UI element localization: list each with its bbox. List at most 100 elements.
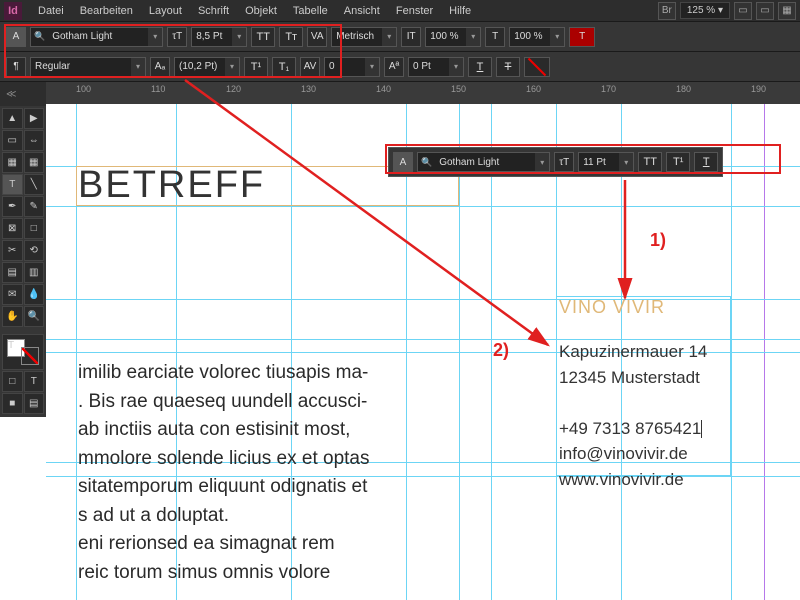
ruler-tick: 130 [301, 84, 316, 94]
scissors-tool[interactable]: ✂ [2, 240, 23, 261]
menu-hilfe[interactable]: Hilfe [441, 5, 479, 17]
pen-tool[interactable]: ✒ [2, 196, 23, 217]
apply-color-icon[interactable]: ■ [2, 393, 23, 414]
menu-ansicht[interactable]: Ansicht [336, 5, 388, 17]
baseline-icon: Aª [384, 57, 404, 77]
direct-selection-tool[interactable]: ▶ [24, 108, 45, 129]
rectangle-tool[interactable]: □ [24, 218, 45, 239]
selection-tool[interactable]: ▲ [2, 108, 23, 129]
type-tool[interactable]: T [2, 174, 23, 195]
font-style-input[interactable] [31, 61, 131, 72]
menu-tabelle[interactable]: Tabelle [285, 5, 336, 17]
pencil-tool[interactable]: ✎ [24, 196, 45, 217]
chevron-down-icon[interactable]: ▾ [466, 28, 480, 46]
hand-tool[interactable]: ✋ [2, 306, 23, 327]
annotation-label-1: 1) [650, 230, 666, 251]
chevron-down-icon[interactable]: ▾ [131, 58, 145, 76]
font-size-icon: τT [167, 27, 187, 47]
char-format-icon[interactable]: A [6, 27, 26, 47]
ruler-tick: 140 [376, 84, 391, 94]
menu-layout[interactable]: Layout [141, 5, 190, 17]
vscale-input[interactable] [510, 31, 550, 42]
float-font-input[interactable] [435, 157, 535, 168]
page-tool[interactable]: ▭ [2, 130, 23, 151]
menu-schrift[interactable]: Schrift [190, 5, 237, 17]
font-size-icon: τT [554, 152, 574, 172]
tabs-scroll-icon[interactable]: ≪ [6, 89, 16, 100]
tracking-input[interactable] [325, 61, 365, 72]
hscale-combo[interactable]: ▾ [425, 27, 481, 47]
font-family-input[interactable] [48, 31, 148, 42]
zoom-value: 125 % [687, 5, 715, 16]
view-mode-icon[interactable]: ▭ [734, 2, 752, 20]
format-container-icon[interactable]: □ [2, 371, 23, 392]
float-size-combo[interactable]: ▾ [578, 152, 634, 172]
fill-color-icon[interactable]: T [569, 27, 595, 47]
chevron-down-icon[interactable]: ▾ [382, 28, 396, 46]
allcaps-icon[interactable]: TT [638, 152, 662, 172]
font-size-input[interactable] [192, 31, 232, 42]
menu-fenster[interactable]: Fenster [388, 5, 441, 17]
chevron-down-icon[interactable]: ▾ [365, 58, 379, 76]
content-placer-tool[interactable]: ▦ [24, 152, 45, 173]
free-transform-tool[interactable]: ⟲ [24, 240, 45, 261]
superscript-icon[interactable]: T¹ [666, 152, 690, 172]
chevron-down-icon[interactable]: ▾ [535, 153, 549, 171]
strike-icon[interactable]: T [496, 57, 520, 77]
horizontal-ruler[interactable]: 100 110 120 130 140 150 160 170 180 190 [46, 82, 800, 104]
tracking-combo[interactable]: ▾ [324, 57, 380, 77]
text-frame-sidebar[interactable] [556, 296, 731, 476]
bridge-icon[interactable]: Br [658, 2, 676, 20]
gradient-swatch-tool[interactable]: ▤ [2, 262, 23, 283]
float-font-combo[interactable]: 🔍 ▾ [417, 152, 550, 172]
chevron-down-icon[interactable]: ▾ [550, 28, 564, 46]
content-collector-tool[interactable]: ▦ [2, 152, 23, 173]
menu-objekt[interactable]: Objekt [237, 5, 285, 17]
gradient-feather-tool[interactable]: ▥ [24, 262, 45, 283]
stroke-color-icon[interactable] [524, 57, 550, 77]
vscale-combo[interactable]: ▾ [509, 27, 565, 47]
para-format-icon[interactable]: ¶ [6, 57, 26, 77]
font-size-combo[interactable]: ▾ [191, 27, 247, 47]
chevron-down-icon[interactable]: ▾ [232, 28, 246, 46]
superscript-icon[interactable]: T¹ [244, 57, 268, 77]
chevron-down-icon[interactable]: ▾ [619, 153, 633, 171]
apply-gradient-icon[interactable]: ▤ [24, 393, 45, 414]
line-tool[interactable]: ╲ [24, 174, 45, 195]
format-text-icon[interactable]: T [24, 371, 45, 392]
gap-tool[interactable]: ⇔ [24, 130, 45, 151]
fill-stroke-swap[interactable]: T [2, 334, 44, 370]
kerning-combo[interactable]: ▾ [331, 27, 397, 47]
screen-mode-icon[interactable]: ▭ [756, 2, 774, 20]
float-size-input[interactable] [579, 157, 619, 168]
leading-input[interactable] [175, 61, 225, 72]
chevron-down-icon[interactable]: ▾ [225, 58, 239, 76]
chevron-down-icon[interactable]: ▾ [449, 58, 463, 76]
font-family-combo[interactable]: 🔍 ▾ [30, 27, 163, 47]
baseline-input[interactable] [409, 61, 449, 72]
allcaps-icon[interactable]: TT [251, 27, 275, 47]
rectangle-frame-tool[interactable]: ⊠ [2, 218, 23, 239]
arrange-icon[interactable]: ▦ [778, 2, 796, 20]
kerning-input[interactable] [332, 31, 382, 42]
floating-char-panel[interactable]: A 🔍 ▾ τT ▾ TT T¹ T [388, 147, 723, 177]
document-canvas[interactable]: BETREFF imilib earciate volorec tiusapis… [46, 104, 800, 600]
zoom-tool[interactable]: 🔍 [24, 306, 45, 327]
underline-icon[interactable]: T [468, 57, 492, 77]
body-text-content: imilib earciate volorec tiusapis ma- . B… [78, 362, 369, 583]
char-format-icon[interactable]: A [393, 152, 413, 172]
hscale-input[interactable] [426, 31, 466, 42]
note-tool[interactable]: ✉ [2, 284, 23, 305]
menu-bearbeiten[interactable]: Bearbeiten [72, 5, 141, 17]
subscript-icon[interactable]: T₁ [272, 57, 296, 77]
underline-icon[interactable]: T [694, 152, 718, 172]
zoom-level[interactable]: 125 % ▾ [680, 2, 730, 19]
eyedropper-tool[interactable]: 💧 [24, 284, 45, 305]
menu-datei[interactable]: Datei [30, 5, 72, 17]
smallcaps-icon[interactable]: Tᴛ [279, 27, 303, 47]
chevron-down-icon[interactable]: ▾ [148, 28, 162, 46]
font-style-combo[interactable]: ▾ [30, 57, 146, 77]
body-text-frame[interactable]: imilib earciate volorec tiusapis ma- . B… [78, 359, 478, 587]
baseline-combo[interactable]: ▾ [408, 57, 464, 77]
leading-combo[interactable]: ▾ [174, 57, 240, 77]
